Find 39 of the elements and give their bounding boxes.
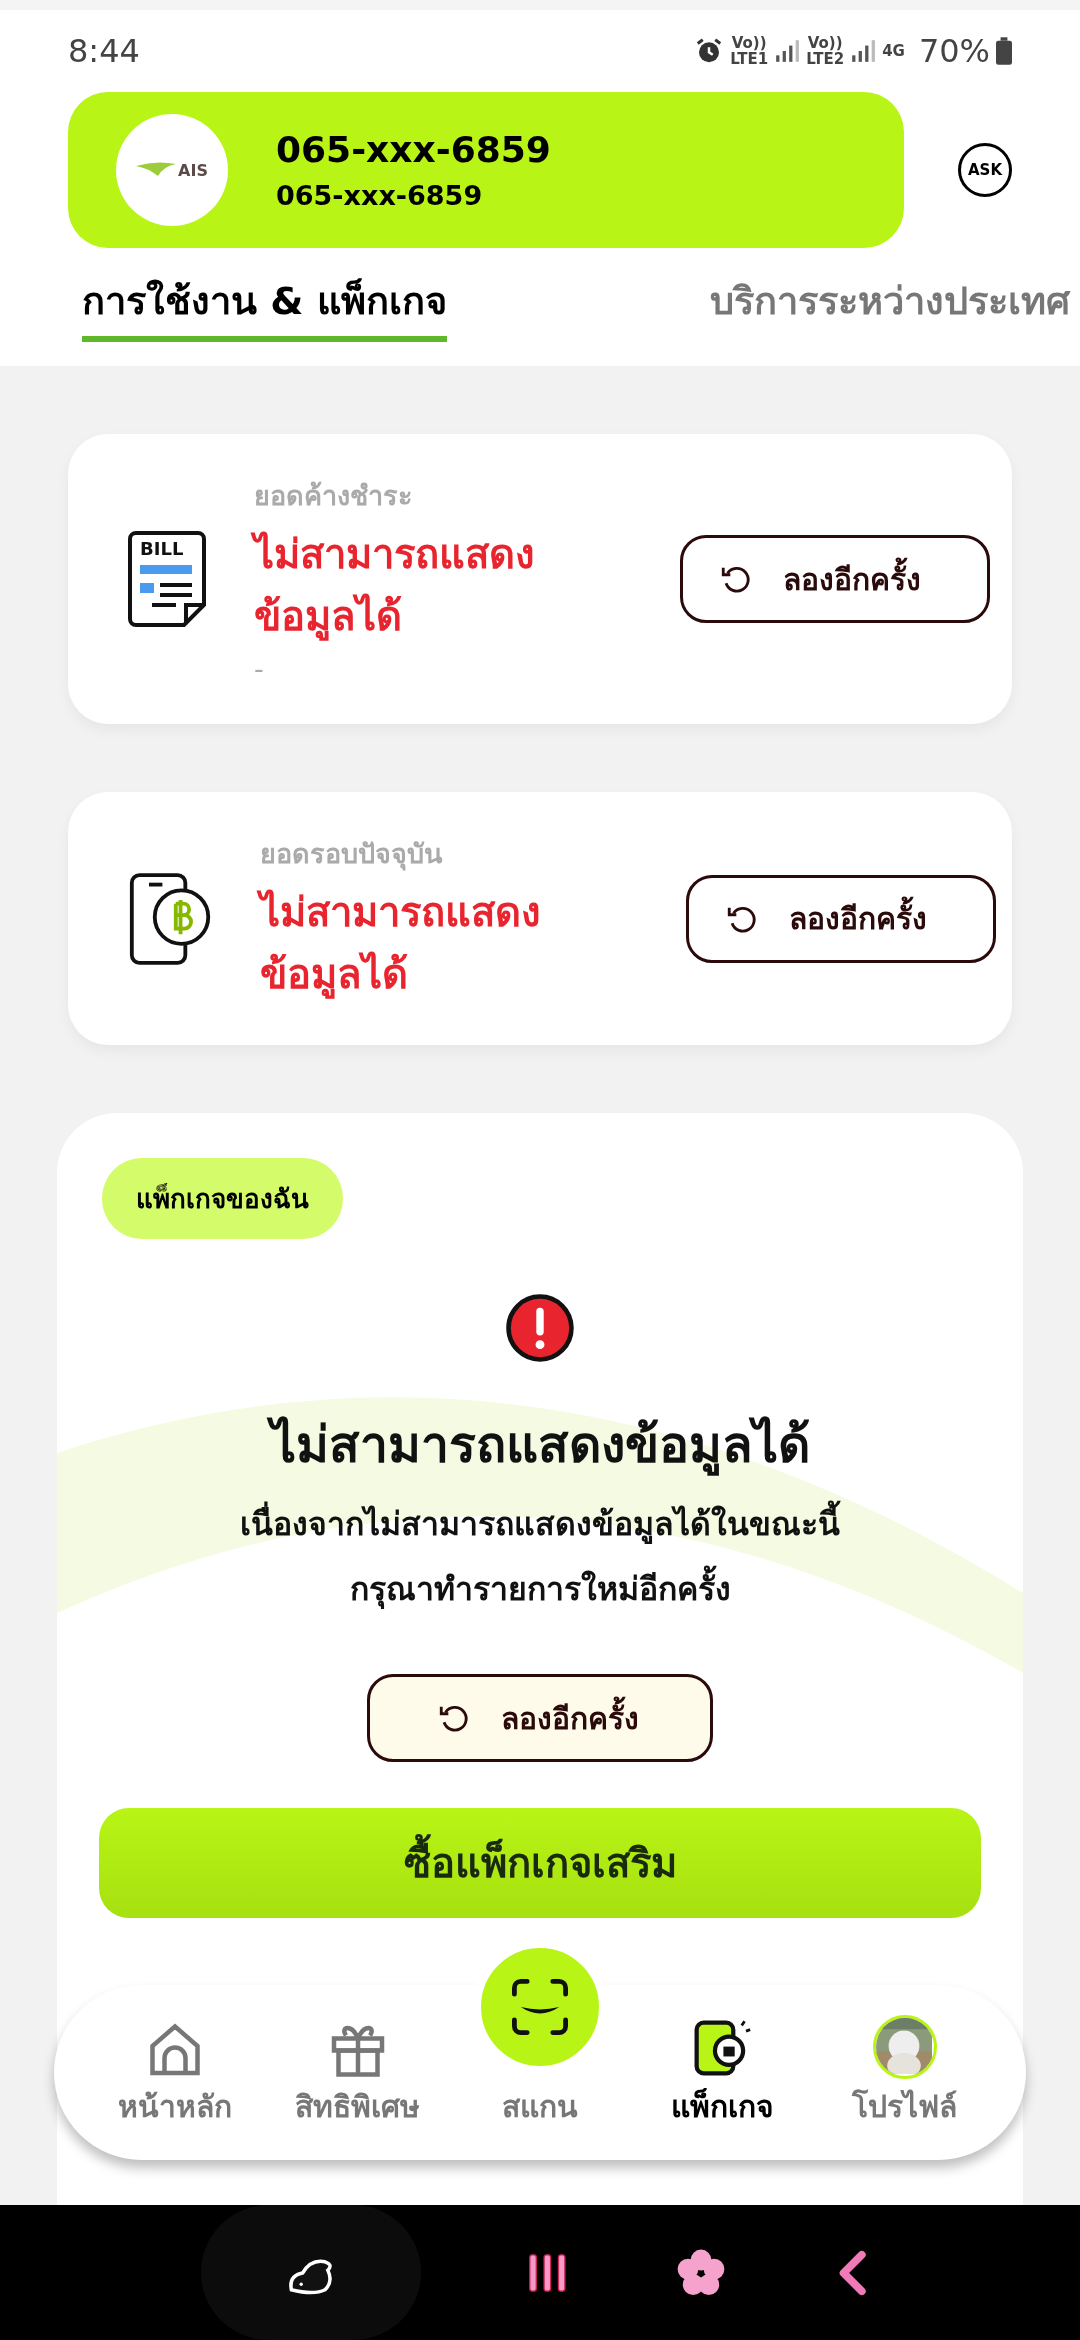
- battery-level: 70%: [918, 32, 990, 70]
- phone-number: 065-xxx-6859: [276, 129, 551, 170]
- section-badge: แพ็กเกจของฉัน: [102, 1158, 343, 1239]
- nav-label: สิทธิพิเศษ: [295, 2088, 421, 2126]
- nav-item[interactable]: สิทธิพิเศษ: [272, 2019, 443, 2130]
- tab[interactable]: บริการระหว่างประเทศ: [710, 270, 1070, 342]
- balance-label: ยอดรอบปัจจุบัน: [260, 837, 444, 873]
- status-time: 8:44: [68, 32, 140, 70]
- nav-label: โปรไฟล์: [852, 2088, 958, 2126]
- buy-package-button[interactable]: ซื้อแพ็กเกจเสริม: [99, 1808, 981, 1918]
- error-description: เนื่องจากไม่สามารถแสดงข้อมูลได้ในขณะนี้: [240, 1498, 840, 1549]
- battery-icon: [996, 37, 1012, 65]
- balance-value: -: [254, 653, 265, 684]
- nav-label: แพ็กเกจ: [670, 2087, 774, 2126]
- nav-label: สแกน: [501, 2088, 578, 2126]
- logo-text: AIS: [178, 160, 208, 180]
- phone-number-subtitle: 065-xxx-6859: [276, 180, 484, 211]
- account-card[interactable]: AIS 065-xxx-6859 065-xxx-6859: [68, 92, 904, 248]
- nav-label: หน้าหลัก: [118, 2088, 233, 2126]
- signal-icon: [850, 38, 877, 64]
- error-description: กรุณาทำรายการใหม่อีกครั้ง: [349, 1563, 731, 1614]
- signal-icon: [774, 38, 801, 64]
- retry-button[interactable]: ลองอีกครั้ง: [686, 874, 996, 963]
- nav-item[interactable]: โปรไฟล์: [819, 2015, 990, 2130]
- bill-icon: [128, 531, 206, 627]
- network-label: Vo)) LTE2: [806, 35, 845, 67]
- logo-swoosh-icon: [136, 162, 177, 178]
- ask-button[interactable]: ASK: [958, 143, 1012, 197]
- nav-item[interactable]: สแกน: [454, 2083, 625, 2130]
- network-label: Vo)) LTE1: [730, 35, 769, 67]
- alert-icon: [503, 1291, 577, 1365]
- retry-button[interactable]: ลองอีกครั้ง: [680, 535, 990, 623]
- retry-button[interactable]: ลองอีกครั้ง: [367, 1674, 713, 1762]
- bill-icon-label: BILL: [140, 538, 184, 559]
- nav-item[interactable]: หน้าหลัก: [90, 2019, 261, 2130]
- balance-label: ยอดค้างชำระ: [254, 479, 414, 513]
- nav-item[interactable]: แพ็กเกจ: [637, 2017, 808, 2130]
- tab[interactable]: การใช้งาน & แพ็กเกจ: [82, 270, 447, 342]
- data-type-label: 4G: [882, 43, 905, 59]
